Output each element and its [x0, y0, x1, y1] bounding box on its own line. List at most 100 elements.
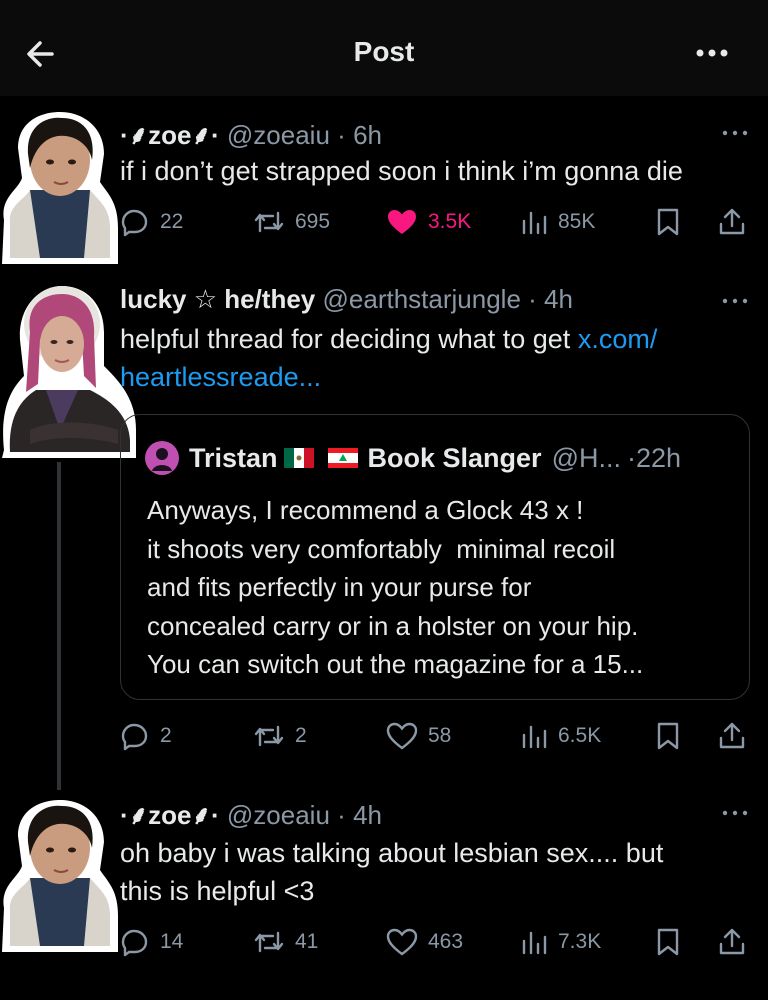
share-icon	[719, 722, 745, 749]
avatar[interactable]	[0, 108, 122, 266]
page-title: Post	[353, 36, 415, 67]
action-bar: 2 2 58 6.5K	[120, 716, 750, 756]
bookmark-button[interactable]	[655, 202, 681, 242]
quote-line: it shoots very comfortably minimal recoi…	[147, 533, 616, 564]
quote-line: You can switch out the magazine for a 15…	[147, 649, 644, 679]
post-header: ·⸙zoe⸙· @zoeaiu · 4h	[120, 796, 382, 832]
repost-count: 2	[295, 724, 307, 747]
handle[interactable]: @zoeaiu	[227, 120, 330, 150]
avatar[interactable]	[0, 280, 140, 462]
post-link[interactable]: x.com/	[578, 324, 658, 354]
avatar[interactable]	[145, 441, 179, 475]
quote-line: and fits perfectly in your purse for	[147, 572, 532, 602]
display-name[interactable]: Tristan	[189, 443, 278, 474]
heart-icon	[388, 210, 416, 234]
separator-dot: ·	[528, 284, 537, 314]
reply-button[interactable]: 2	[120, 716, 172, 756]
quoted-post[interactable]: Tristan Book Slanger @H... · 22h Anyways…	[120, 414, 750, 700]
post-text: if i don’t get strapped soon i think i’m…	[120, 156, 683, 186]
quoted-post-header: Tristan Book Slanger @H... · 22h	[145, 441, 681, 475]
separator-dot: ·	[337, 800, 346, 830]
bookmark-icon	[657, 722, 679, 750]
quote-line: Anyways, I recommend a Glock 43 x !	[147, 495, 584, 525]
repost-button[interactable]: 2	[253, 716, 307, 756]
repost-count: 695	[295, 210, 331, 233]
post-link-continued[interactable]: heartlessreade...	[120, 362, 321, 392]
bookmark-button[interactable]	[655, 922, 681, 962]
heart-icon	[386, 722, 418, 750]
like-button[interactable]: 58	[386, 716, 451, 756]
bookmark-button[interactable]	[655, 716, 681, 756]
views-icon	[522, 725, 547, 749]
more-icon[interactable]	[720, 806, 750, 820]
mexico-flag-icon	[283, 448, 314, 468]
views-count: 7.3K	[558, 930, 602, 953]
timestamp[interactable]: 6h	[353, 120, 382, 150]
display-name[interactable]: ·⸙zoe⸙·	[120, 120, 220, 150]
share-icon	[719, 928, 745, 955]
handle[interactable]: @zoeaiu	[227, 800, 330, 830]
post-text-line: oh baby i was talking about lesbian sex.…	[120, 838, 664, 868]
reply-icon	[121, 209, 148, 237]
like-button[interactable]: 463	[386, 922, 463, 962]
display-name[interactable]: lucky ☆ he/they	[120, 284, 315, 314]
reply-button[interactable]: 22	[120, 202, 183, 242]
repost-icon	[254, 725, 284, 747]
heart-icon	[386, 928, 418, 956]
top-bar: Post	[0, 0, 768, 96]
quoted-post-text: Anyways, I recommend a Glock 43 x ! it s…	[147, 491, 737, 684]
more-icon[interactable]	[720, 294, 750, 308]
reply-icon	[121, 723, 148, 751]
reply-button[interactable]: 14	[120, 922, 183, 962]
handle[interactable]: @earthstarjungle	[323, 284, 521, 314]
reply-count: 22	[160, 210, 184, 233]
repost-button[interactable]: 41	[253, 922, 318, 962]
reply-count: 2	[160, 724, 172, 747]
views-button[interactable]: 6.5K	[520, 716, 601, 756]
timestamp[interactable]: 22h	[636, 443, 681, 474]
quote-line: concealed carry or in a holster on your …	[147, 610, 639, 641]
like-count: 463	[428, 930, 464, 953]
timestamp[interactable]: 4h	[353, 800, 382, 830]
share-button[interactable]	[718, 716, 746, 756]
action-bar: 14 41 463 7.3K	[120, 922, 750, 962]
thread-connector	[57, 460, 61, 790]
share-button[interactable]	[718, 202, 746, 242]
reply-count: 14	[160, 930, 184, 953]
action-bar: 22 695 3.5K 85K	[120, 202, 750, 242]
lebanon-flag-icon	[327, 448, 358, 468]
avatar[interactable]	[0, 796, 122, 954]
more-icon[interactable]	[720, 126, 750, 140]
reply-icon	[121, 929, 148, 957]
post-header: ·⸙zoe⸙· @zoeaiu · 6h	[120, 116, 382, 152]
share-button[interactable]	[718, 922, 746, 962]
timestamp[interactable]: 4h	[544, 284, 573, 314]
display-name-continued[interactable]: Book Slanger	[368, 443, 542, 474]
separator-dot: ·	[627, 442, 636, 473]
views-button[interactable]: 7.3K	[520, 922, 601, 962]
display-name[interactable]: ·⸙zoe⸙·	[120, 800, 220, 830]
views-count: 85K	[558, 210, 596, 233]
more-icon[interactable]	[692, 38, 732, 68]
post-text-line: this is helpful <3	[120, 876, 315, 906]
like-count: 3.5K	[428, 210, 472, 233]
like-button[interactable]: 3.5K	[386, 202, 471, 242]
bookmark-icon	[657, 928, 679, 956]
post-text: helpful thread for deciding what to get …	[120, 320, 760, 396]
post-header: lucky ☆ he/they @earthstarjungle · 4h	[120, 284, 573, 315]
bookmark-icon	[657, 208, 679, 236]
views-icon	[522, 211, 547, 235]
repost-button[interactable]: 695	[253, 202, 330, 242]
post-text: oh baby i was talking about lesbian sex.…	[120, 834, 760, 910]
repost-count: 41	[295, 930, 319, 953]
share-icon	[719, 208, 745, 235]
repost-icon	[254, 931, 284, 953]
separator-dot: ·	[337, 120, 346, 150]
views-button[interactable]: 85K	[520, 202, 595, 242]
views-count: 6.5K	[558, 724, 602, 747]
back-arrow-icon[interactable]	[22, 34, 62, 74]
like-count: 58	[428, 724, 452, 747]
post-text-main: helpful thread for deciding what to get	[120, 324, 578, 354]
repost-icon	[254, 211, 284, 233]
handle[interactable]: @H...	[552, 443, 621, 474]
